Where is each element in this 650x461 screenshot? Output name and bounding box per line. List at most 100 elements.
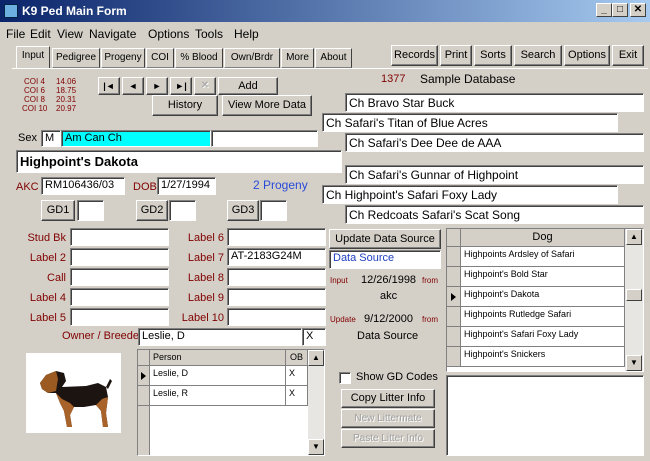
menu-tools[interactable]: Tools bbox=[195, 27, 223, 41]
tab-about[interactable]: About bbox=[315, 48, 352, 68]
label-2-field[interactable] bbox=[70, 248, 169, 266]
tab-pedigree[interactable]: Pedigree bbox=[52, 48, 100, 68]
list-item[interactable]: Highpoint's Safari Foxy Lady bbox=[461, 327, 625, 347]
delete-icon[interactable]: ✕ bbox=[194, 77, 216, 95]
list-item[interactable]: Highpoint's Snickers bbox=[461, 347, 625, 367]
menu-edit[interactable]: Edit bbox=[30, 27, 51, 41]
menu-options[interactable]: Options bbox=[148, 27, 189, 41]
notes-field[interactable] bbox=[446, 375, 644, 456]
scroll-up-icon[interactable]: ▲ bbox=[626, 229, 642, 245]
list-item[interactable]: Highpoint's Dakota bbox=[461, 287, 625, 307]
pedigree-sire-sire[interactable]: Ch Bravo Star Buck bbox=[345, 93, 644, 112]
row-selector-current[interactable] bbox=[138, 366, 150, 386]
first-record-button[interactable]: |◄ bbox=[98, 77, 120, 95]
grid-header-dog[interactable]: Dog bbox=[461, 229, 625, 247]
prev-record-button[interactable]: ◄ bbox=[122, 77, 144, 95]
owner-grid-scrollbar[interactable]: ▲ ▼ bbox=[308, 350, 324, 455]
update-data-source-button[interactable]: Update Data Source bbox=[329, 229, 441, 249]
gd3-field[interactable] bbox=[260, 200, 287, 221]
table-cell-ob[interactable]: X bbox=[286, 386, 308, 406]
records-button[interactable]: Records bbox=[391, 45, 438, 66]
tab-coi[interactable]: COI bbox=[146, 48, 174, 68]
stud-bk-field[interactable] bbox=[70, 228, 169, 246]
sorts-button[interactable]: Sorts bbox=[474, 45, 512, 66]
gd2-field[interactable] bbox=[169, 200, 196, 221]
row-selector[interactable] bbox=[447, 307, 461, 327]
pedigree-dam[interactable]: Ch Highpoint's Safari Foxy Lady bbox=[322, 185, 618, 204]
dob-field[interactable]: 1/27/1994 bbox=[157, 177, 216, 195]
coi-label-6: COI 6 bbox=[24, 86, 45, 95]
gd1-button[interactable]: GD1 bbox=[41, 200, 75, 221]
gd2-button[interactable]: GD2 bbox=[136, 200, 168, 221]
menu-file[interactable]: File bbox=[6, 27, 25, 41]
menu-help[interactable]: Help bbox=[234, 27, 259, 41]
tab-more[interactable]: More bbox=[281, 48, 314, 68]
pedigree-sire[interactable]: Ch Safari's Titan of Blue Acres bbox=[322, 113, 618, 132]
gd1-field[interactable] bbox=[77, 200, 104, 221]
list-item[interactable]: Highpoints Rutledge Safari bbox=[461, 307, 625, 327]
show-gd-codes-checkbox[interactable] bbox=[339, 372, 351, 384]
tab-input[interactable]: Input bbox=[16, 46, 50, 69]
minimize-button[interactable]: _ bbox=[596, 3, 612, 17]
dog-grid-scrollbar[interactable]: ▲ ▼ bbox=[625, 229, 643, 371]
print-button[interactable]: Print bbox=[440, 45, 472, 66]
label-9-field[interactable] bbox=[227, 288, 326, 306]
sex-field[interactable]: M bbox=[41, 130, 61, 147]
scroll-thumb[interactable] bbox=[626, 289, 642, 301]
copy-litter-info-button[interactable]: Copy Litter Info bbox=[341, 389, 435, 408]
data-source-field[interactable]: Data Source bbox=[329, 250, 441, 269]
search-button[interactable]: Search bbox=[514, 45, 562, 66]
gd3-button[interactable]: GD3 bbox=[227, 200, 259, 221]
pedigree-dam-dam[interactable]: Ch Redcoats Safari's Scat Song bbox=[345, 205, 644, 224]
label-7-field[interactable]: AT-2183G24M bbox=[227, 248, 326, 266]
label-10-field[interactable] bbox=[227, 308, 326, 326]
list-item[interactable]: Highpoints Ardsley of Safari bbox=[461, 247, 625, 267]
row-selector[interactable] bbox=[447, 327, 461, 347]
close-button[interactable]: ✕ bbox=[630, 3, 646, 17]
row-selector[interactable] bbox=[138, 386, 150, 406]
history-button[interactable]: History bbox=[152, 95, 218, 116]
scroll-up-icon[interactable]: ▲ bbox=[308, 350, 324, 366]
row-selector[interactable] bbox=[447, 267, 461, 287]
row-selector-current[interactable] bbox=[447, 287, 461, 307]
options-button[interactable]: Options bbox=[564, 45, 610, 66]
table-row[interactable]: Leslie, D bbox=[150, 366, 286, 386]
list-item[interactable]: Highpoint's Bold Star bbox=[461, 267, 625, 287]
owner-breeder-field[interactable]: Leslie, D bbox=[138, 328, 302, 346]
table-row[interactable]: Leslie, R bbox=[150, 386, 286, 406]
title-field[interactable]: Am Can Ch bbox=[61, 130, 211, 147]
label-8-field[interactable] bbox=[227, 268, 326, 286]
last-record-button[interactable]: ►| bbox=[170, 77, 192, 95]
exit-button[interactable]: Exit bbox=[612, 45, 644, 66]
grid-header-ob[interactable]: OB bbox=[286, 350, 308, 366]
label-5-label: Label 5 bbox=[29, 312, 66, 324]
scroll-down-icon[interactable]: ▼ bbox=[626, 355, 642, 371]
grid-header-person[interactable]: Person bbox=[150, 350, 286, 366]
scroll-down-icon[interactable]: ▼ bbox=[308, 439, 324, 455]
dog-name-field[interactable]: Highpoint's Dakota bbox=[16, 150, 342, 173]
pedigree-dam-sire[interactable]: Ch Safari's Gunnar of Highpoint bbox=[345, 165, 644, 184]
next-record-button[interactable]: ► bbox=[146, 77, 168, 95]
new-littermate-button[interactable]: New Littermate bbox=[341, 409, 435, 428]
maximize-button[interactable]: □ bbox=[612, 3, 628, 17]
label-5-field[interactable] bbox=[70, 308, 169, 326]
view-more-data-button[interactable]: View More Data bbox=[222, 95, 312, 116]
row-selector[interactable] bbox=[447, 247, 461, 267]
menu-view[interactable]: View bbox=[57, 27, 83, 41]
tab-progeny[interactable]: Progeny bbox=[101, 48, 145, 68]
label-6-field[interactable] bbox=[227, 228, 326, 246]
owner-breeder-flag[interactable]: X bbox=[302, 328, 326, 346]
call-field[interactable] bbox=[70, 268, 169, 286]
akc-field[interactable]: RM106436/03 bbox=[41, 177, 125, 195]
label-4-field[interactable] bbox=[70, 288, 169, 306]
tab-blood[interactable]: % Blood bbox=[175, 48, 223, 68]
tab-own-brdr[interactable]: Own/Brdr bbox=[224, 48, 280, 68]
table-cell-ob[interactable]: X bbox=[286, 366, 308, 386]
row-selector[interactable] bbox=[447, 347, 461, 367]
paste-litter-info-button[interactable]: Paste Litter Info bbox=[341, 429, 435, 448]
title-suffix-field[interactable] bbox=[211, 130, 318, 147]
progeny-count-link[interactable]: 2 Progeny bbox=[253, 178, 308, 192]
pedigree-sire-dam[interactable]: Ch Safari's Dee Dee de AAA bbox=[345, 133, 644, 152]
add-button[interactable]: Add bbox=[218, 77, 278, 95]
menu-navigate[interactable]: Navigate bbox=[89, 27, 136, 41]
